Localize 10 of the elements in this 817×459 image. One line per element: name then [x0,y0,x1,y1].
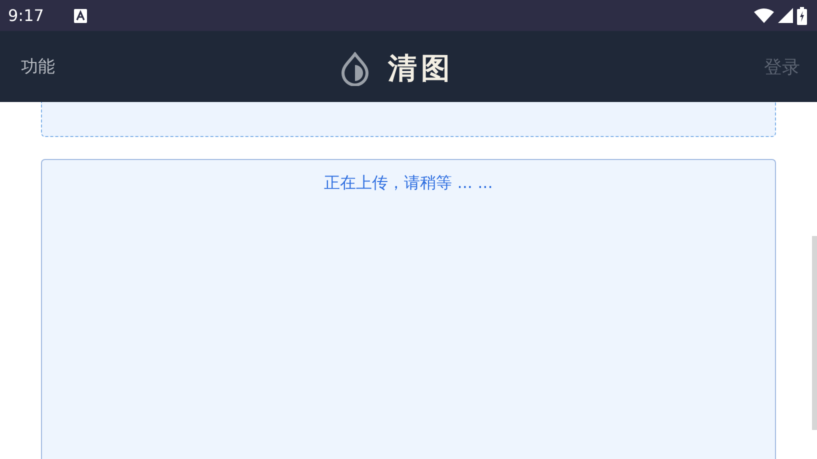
wifi-icon [754,8,774,23]
signal-icon [778,8,793,23]
clock-time: 9:17 [8,6,44,25]
drop-icon [340,52,370,86]
app-title: 清图 [388,50,454,87]
upload-dropzone[interactable] [41,102,776,137]
battery-icon [797,6,807,24]
notification-icon [74,8,87,22]
menu-link[interactable]: 功能 [21,55,55,78]
upload-status-text: 正在上传，请稍等 ... ... [324,173,493,194]
